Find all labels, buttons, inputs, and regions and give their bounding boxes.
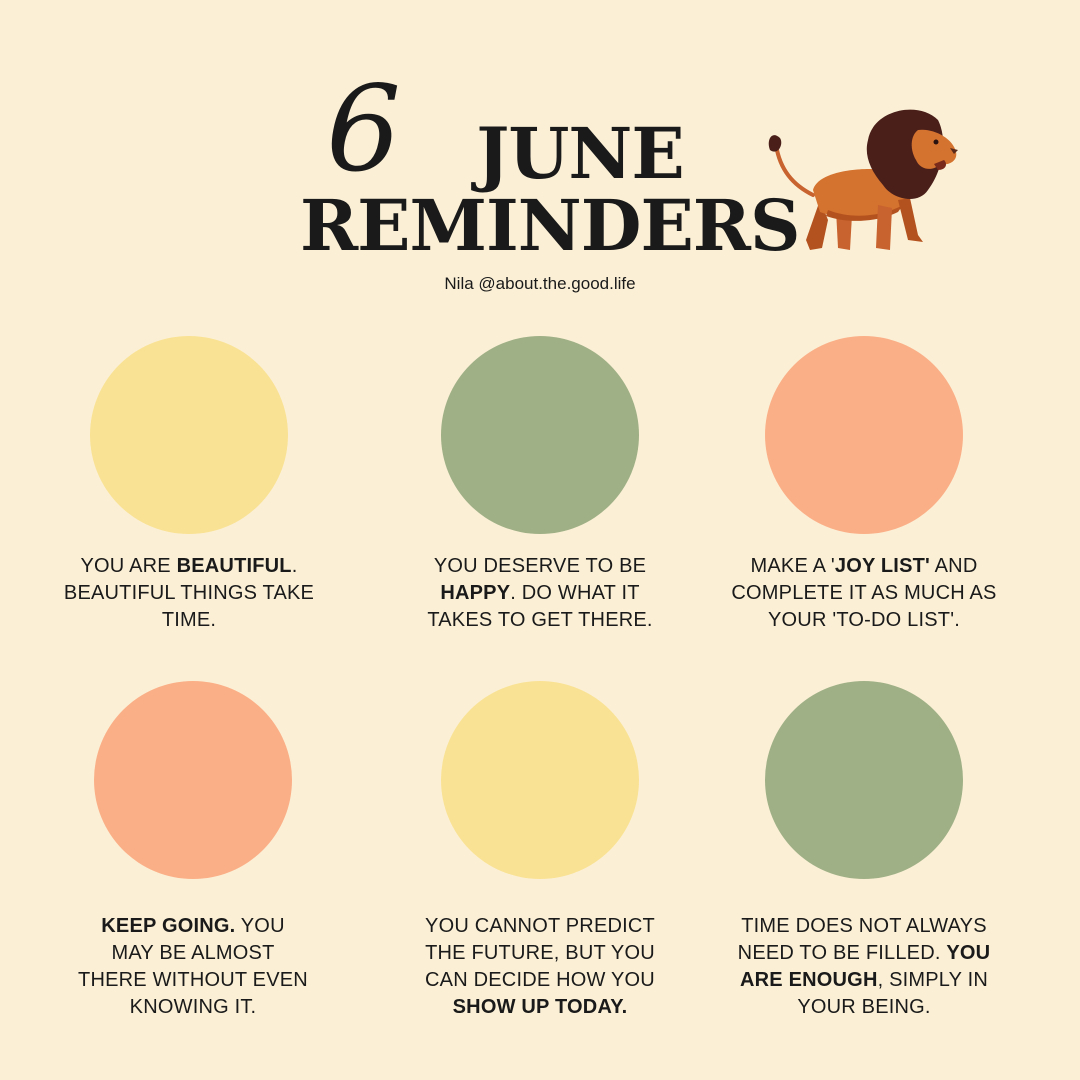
lion-icon [768, 109, 958, 250]
reminder-5-part-1: YOU CANNOT PREDICT THE FUTURE, BUT YOU C… [425, 915, 655, 991]
reminder-text-1: YOU ARE BEAUTIFUL. BEAUTIFUL THINGS TAKE… [49, 553, 329, 634]
reminder-text-2: YOU DESERVE TO BE HAPPY. DO WHAT IT TAKE… [410, 553, 670, 634]
page-title: JUNE REMINDERS [300, 112, 801, 267]
reminder-text-5: YOU CANNOT PREDICT THE FUTURE, BUT YOU C… [410, 913, 670, 1021]
reminder-1-part-1: YOU ARE [80, 555, 177, 577]
reminder-1-part-2: BEAUTIFUL [176, 555, 292, 577]
reminder-text-6: TIME DOES NOT ALWAYS NEED TO BE FILLED. … [722, 913, 1006, 1021]
reminder-2-part-1: YOU DESERVE TO BE [433, 555, 647, 577]
reminder-circle-4 [94, 681, 292, 879]
title-line-reminders: REMINDERS [300, 184, 801, 267]
reminder-3-part-1: MAKE A ' [750, 555, 835, 577]
reminder-circle-1 [90, 336, 288, 534]
reminder-text-3: MAKE A 'JOY LIST' AND COMPLETE IT AS MUC… [729, 553, 999, 634]
reminder-4-part-1: KEEP GOING. [101, 915, 236, 937]
reminder-circle-2 [441, 336, 639, 534]
reminder-circle-3 [765, 336, 963, 534]
reminder-circle-6 [765, 681, 963, 879]
reminder-2-part-2: HAPPY [440, 582, 511, 604]
reminder-3-part-2: JOY LIST' [834, 555, 930, 577]
author-credit: Nila @about.the.good.life [444, 274, 636, 293]
reminder-text-4: KEEP GOING. YOU MAY BE ALMOST THERE WITH… [78, 913, 308, 1021]
reminder-circle-5 [441, 681, 639, 879]
reminder-5-part-2: SHOW UP TODAY. [452, 996, 628, 1018]
title-line-june: JUNE [476, 112, 685, 195]
